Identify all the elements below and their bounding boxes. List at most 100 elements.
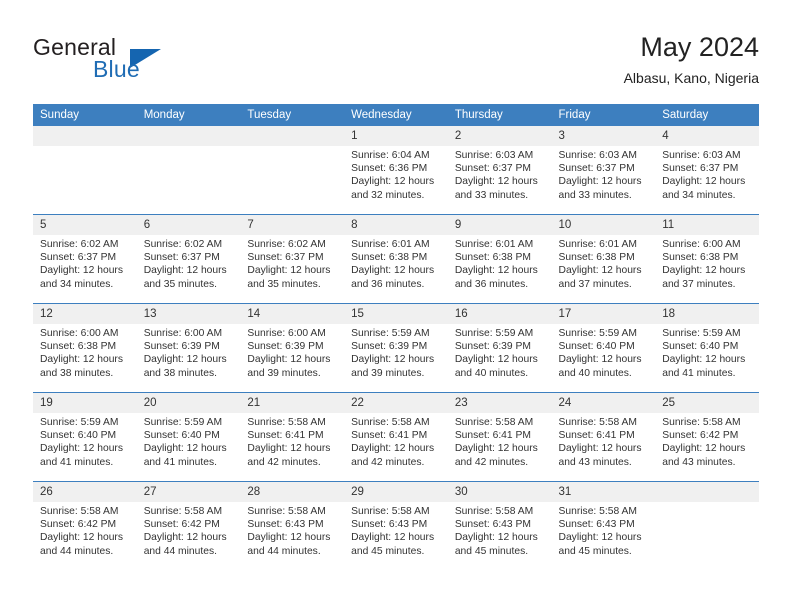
daylight-text: Daylight: 12 hours and 35 minutes. bbox=[143, 265, 227, 290]
sunset-text: Sunset: 6:42 PM bbox=[662, 430, 739, 442]
calendar-day-cell[interactable]: 17 Sunrise: 5:59 AM Sunset: 6:40 PM Dayligh… bbox=[551, 303, 656, 393]
day-details: Sunrise: 5:58 AM Sunset: 6:43 PM Daylight:… bbox=[240, 502, 344, 558]
daylight-text: Daylight: 12 hours and 42 minutes. bbox=[454, 443, 538, 468]
calendar-day-cell[interactable]: 25 Sunrise: 5:58 AM Sunset: 6:42 PM Dayligh… bbox=[655, 392, 759, 482]
calendar-page: General Blue May 2024 Albasu, Kano, Nige… bbox=[0, 0, 792, 612]
sunset-text: Sunset: 6:37 PM bbox=[143, 252, 220, 264]
sunrise-text: Sunrise: 6:03 AM bbox=[558, 150, 637, 161]
daylight-text: Daylight: 12 hours and 41 minutes. bbox=[143, 443, 227, 468]
daylight-text: Daylight: 12 hours and 40 minutes. bbox=[454, 354, 538, 379]
calendar-day-cell[interactable]: 15 Sunrise: 5:59 AM Sunset: 6:39 PM Dayligh… bbox=[344, 303, 448, 393]
calendar-day-cell[interactable]: 21 Sunrise: 5:58 AM Sunset: 6:41 PM Dayligh… bbox=[240, 392, 345, 482]
calendar-day-cell[interactable]: 13 Sunrise: 6:00 AM Sunset: 6:39 PM Dayligh… bbox=[136, 303, 241, 393]
title-block: May 2024 Albasu, Kano, Nigeria bbox=[624, 30, 759, 88]
day-details: Sunrise: 6:01 AM Sunset: 6:38 PM Daylight:… bbox=[552, 235, 656, 291]
day-number: 9 bbox=[447, 215, 552, 235]
day-number: 5 bbox=[33, 215, 137, 235]
weekday-header-monday: Monday bbox=[136, 104, 241, 126]
day-number: 11 bbox=[655, 215, 759, 235]
sunrise-text: Sunrise: 5:58 AM bbox=[143, 506, 223, 517]
daylight-text: Daylight: 12 hours and 34 minutes. bbox=[40, 265, 123, 290]
calendar-day-cell[interactable]: 4 Sunrise: 6:03 AM Sunset: 6:37 PM Daylight… bbox=[655, 126, 759, 215]
calendar-day-cell[interactable]: 12 Sunrise: 6:00 AM Sunset: 6:38 PM Dayligh… bbox=[33, 303, 137, 393]
day-number: 20 bbox=[136, 393, 241, 413]
sunrise-text: Sunrise: 6:03 AM bbox=[454, 150, 534, 161]
calendar-day-cell[interactable]: 27 Sunrise: 5:58 AM Sunset: 6:42 PM Dayligh… bbox=[136, 481, 241, 570]
day-details: Sunrise: 6:01 AM Sunset: 6:38 PM Daylight:… bbox=[448, 235, 552, 291]
day-details: Sunrise: 6:03 AM Sunset: 6:37 PM Daylight:… bbox=[448, 146, 552, 202]
day-number: 29 bbox=[344, 482, 448, 502]
day-number: 19 bbox=[33, 393, 137, 413]
calendar-day-cell[interactable]: 5 Sunrise: 6:02 AM Sunset: 6:37 PM Daylight… bbox=[33, 214, 137, 304]
calendar-day-cell[interactable]: 1 Sunrise: 6:04 AM Sunset: 6:36 PM Daylight… bbox=[344, 126, 448, 215]
calendar-day-cell[interactable]: 6 Sunrise: 6:02 AM Sunset: 6:37 PM Daylight… bbox=[136, 214, 241, 304]
daylight-text: Daylight: 12 hours and 34 minutes. bbox=[662, 176, 746, 201]
day-number bbox=[655, 482, 759, 502]
calendar-day-cell[interactable]: 23 Sunrise: 5:58 AM Sunset: 6:41 PM Dayligh… bbox=[447, 392, 552, 482]
sunrise-text: Sunrise: 6:01 AM bbox=[454, 239, 534, 250]
sunrise-text: Sunrise: 6:01 AM bbox=[558, 239, 637, 250]
weekday-header-friday: Friday bbox=[551, 104, 656, 126]
calendar-day-cell[interactable]: 14 Sunrise: 6:00 AM Sunset: 6:39 PM Dayligh… bbox=[240, 303, 345, 393]
sunset-text: Sunset: 6:37 PM bbox=[662, 163, 739, 175]
calendar-day-cell[interactable]: 9 Sunrise: 6:01 AM Sunset: 6:38 PM Daylight… bbox=[447, 214, 552, 304]
day-number: 23 bbox=[447, 393, 552, 413]
day-number: 12 bbox=[33, 304, 137, 324]
day-details: Sunrise: 6:03 AM Sunset: 6:37 PM Daylight:… bbox=[655, 146, 759, 202]
calendar-day-cell[interactable]: 19 Sunrise: 5:59 AM Sunset: 6:40 PM Dayligh… bbox=[33, 392, 137, 482]
calendar-day-cell[interactable]: 28 Sunrise: 5:58 AM Sunset: 6:43 PM Dayligh… bbox=[240, 481, 345, 570]
calendar-day-cell-empty bbox=[655, 481, 759, 570]
calendar-day-cell[interactable]: 22 Sunrise: 5:58 AM Sunset: 6:41 PM Dayligh… bbox=[344, 392, 448, 482]
daylight-text: Daylight: 12 hours and 38 minutes. bbox=[40, 354, 123, 379]
daylight-text: Daylight: 12 hours and 39 minutes. bbox=[247, 354, 331, 379]
daylight-text: Daylight: 12 hours and 40 minutes. bbox=[558, 354, 642, 379]
sunset-text: Sunset: 6:39 PM bbox=[143, 341, 220, 353]
day-details: Sunrise: 5:58 AM Sunset: 6:41 PM Daylight:… bbox=[448, 413, 552, 469]
sunset-text: Sunset: 6:37 PM bbox=[558, 163, 635, 175]
calendar-day-cell[interactable]: 2 Sunrise: 6:03 AM Sunset: 6:37 PM Daylight… bbox=[447, 126, 552, 215]
calendar-day-cell[interactable]: 20 Sunrise: 5:59 AM Sunset: 6:40 PM Dayligh… bbox=[136, 392, 241, 482]
day-details: Sunrise: 5:58 AM Sunset: 6:41 PM Daylight:… bbox=[344, 413, 448, 469]
sunset-text: Sunset: 6:42 PM bbox=[40, 519, 117, 531]
calendar-day-cell[interactable]: 10 Sunrise: 6:01 AM Sunset: 6:38 PM Dayligh… bbox=[551, 214, 656, 304]
brand-logo[interactable]: General Blue bbox=[33, 34, 273, 96]
day-number: 22 bbox=[344, 393, 448, 413]
sunset-text: Sunset: 6:39 PM bbox=[454, 341, 531, 353]
daylight-text: Daylight: 12 hours and 36 minutes. bbox=[351, 265, 435, 290]
calendar-day-cell[interactable]: 30 Sunrise: 5:58 AM Sunset: 6:43 PM Dayligh… bbox=[447, 481, 552, 570]
calendar-day-cell[interactable]: 3 Sunrise: 6:03 AM Sunset: 6:37 PM Daylight… bbox=[551, 126, 656, 215]
calendar-day-cell[interactable]: 26 Sunrise: 5:58 AM Sunset: 6:42 PM Dayligh… bbox=[33, 481, 137, 570]
sunset-text: Sunset: 6:43 PM bbox=[351, 519, 428, 531]
day-details: Sunrise: 6:00 AM Sunset: 6:39 PM Daylight:… bbox=[240, 324, 344, 380]
day-number: 25 bbox=[655, 393, 759, 413]
daylight-text: Daylight: 12 hours and 41 minutes. bbox=[40, 443, 123, 468]
day-details: Sunrise: 5:58 AM Sunset: 6:43 PM Daylight:… bbox=[552, 502, 656, 558]
day-number: 14 bbox=[240, 304, 345, 324]
sunset-text: Sunset: 6:41 PM bbox=[558, 430, 635, 442]
day-details: Sunrise: 5:58 AM Sunset: 6:41 PM Daylight:… bbox=[552, 413, 656, 469]
calendar-day-cell[interactable]: 31 Sunrise: 5:58 AM Sunset: 6:43 PM Dayligh… bbox=[551, 481, 656, 570]
sunrise-text: Sunrise: 5:59 AM bbox=[351, 328, 430, 339]
day-number: 4 bbox=[655, 126, 759, 146]
calendar-day-cell[interactable]: 7 Sunrise: 6:02 AM Sunset: 6:37 PM Daylight… bbox=[240, 214, 345, 304]
sunset-text: Sunset: 6:43 PM bbox=[558, 519, 635, 531]
calendar-day-cell[interactable]: 16 Sunrise: 5:59 AM Sunset: 6:39 PM Dayligh… bbox=[447, 303, 552, 393]
daylight-text: Daylight: 12 hours and 33 minutes. bbox=[454, 176, 538, 201]
calendar-day-cell[interactable]: 11 Sunrise: 6:00 AM Sunset: 6:38 PM Dayligh… bbox=[655, 214, 759, 304]
calendar-day-cell[interactable]: 24 Sunrise: 5:58 AM Sunset: 6:41 PM Dayligh… bbox=[551, 392, 656, 482]
calendar-day-cell[interactable]: 8 Sunrise: 6:01 AM Sunset: 6:38 PM Daylight… bbox=[344, 214, 448, 304]
sunrise-text: Sunrise: 6:00 AM bbox=[143, 328, 223, 339]
day-number: 2 bbox=[447, 126, 552, 146]
day-number: 31 bbox=[551, 482, 656, 502]
sunset-text: Sunset: 6:38 PM bbox=[40, 341, 117, 353]
calendar-day-cell[interactable]: 18 Sunrise: 5:59 AM Sunset: 6:40 PM Dayligh… bbox=[655, 303, 759, 393]
sunrise-text: Sunrise: 5:59 AM bbox=[143, 417, 223, 428]
sunrise-text: Sunrise: 6:00 AM bbox=[662, 239, 741, 250]
day-details: Sunrise: 5:59 AM Sunset: 6:40 PM Daylight:… bbox=[655, 324, 759, 380]
calendar-day-cell[interactable]: 29 Sunrise: 5:58 AM Sunset: 6:43 PM Dayligh… bbox=[344, 481, 448, 570]
day-number: 15 bbox=[344, 304, 448, 324]
sunrise-text: Sunrise: 5:58 AM bbox=[247, 417, 326, 428]
day-number: 30 bbox=[447, 482, 552, 502]
daylight-text: Daylight: 12 hours and 36 minutes. bbox=[454, 265, 538, 290]
day-number: 3 bbox=[551, 126, 656, 146]
